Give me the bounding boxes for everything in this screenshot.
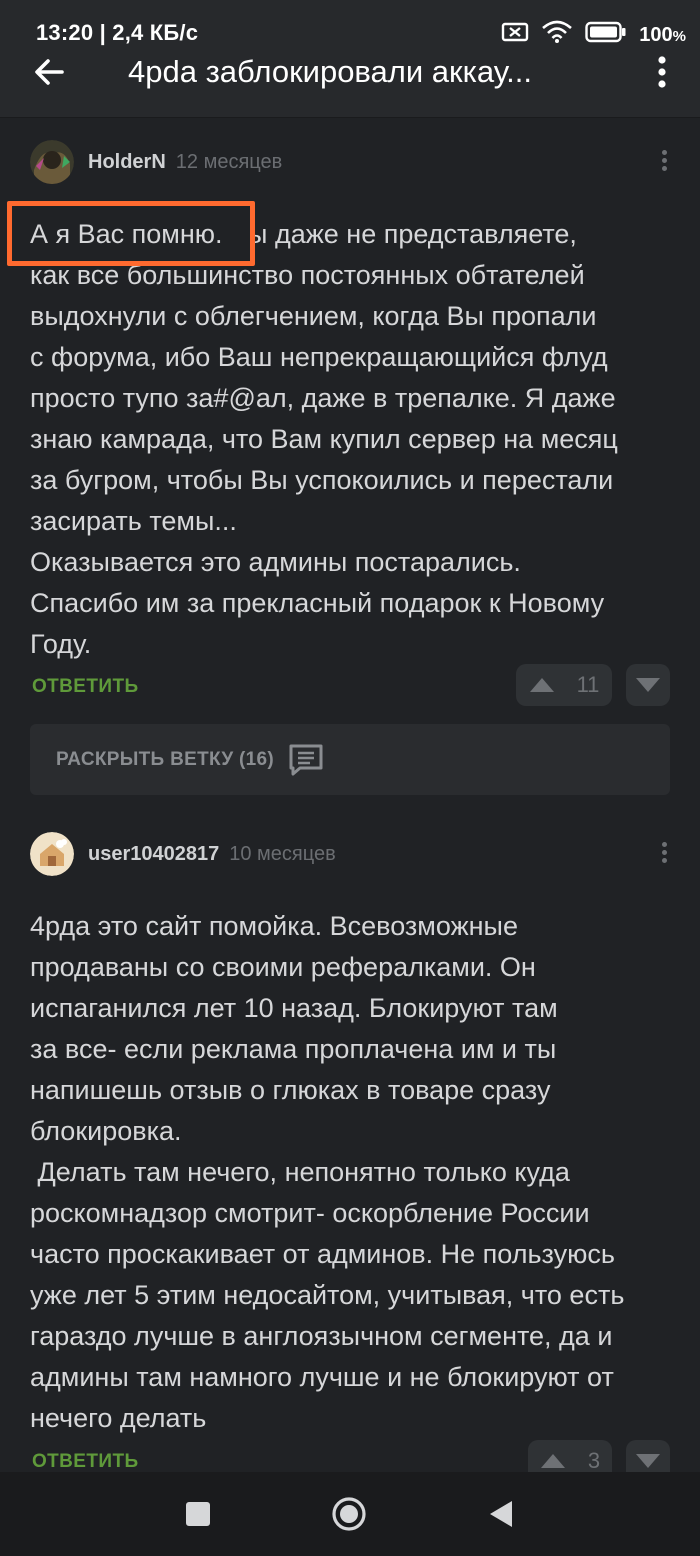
vote-count: 11 xyxy=(576,672,600,697)
battery-icon xyxy=(585,21,627,49)
status-bar: 13:20 | 2,4 КБ/с 100% xyxy=(0,0,700,48)
arrow-left-icon xyxy=(35,59,64,85)
avatar[interactable] xyxy=(30,832,74,876)
comment-text: А я Вас помню. Вы даже не представляете,… xyxy=(30,219,618,659)
comment-header: user10402817 10 месяцев xyxy=(30,832,336,876)
system-navigation-bar xyxy=(0,1472,700,1556)
reply-button[interactable]: ОТВЕТИТЬ xyxy=(32,676,139,698)
home-button[interactable] xyxy=(331,1496,367,1532)
back-nav-button[interactable] xyxy=(484,1496,520,1532)
triangle-up-icon xyxy=(529,678,554,692)
comment-menu-button[interactable] xyxy=(658,147,670,177)
overflow-menu-button[interactable] xyxy=(652,52,672,92)
battery-level: 100 xyxy=(639,23,673,46)
expand-thread-button[interactable]: РАСКРЫТЬ ВЕТКУ (16) xyxy=(30,724,670,795)
recents-button[interactable] xyxy=(180,1496,216,1532)
triangle-down-icon xyxy=(636,678,660,692)
vote-count: 3 xyxy=(587,1448,601,1473)
comment-time: 10 месяцев xyxy=(229,842,336,865)
circle-icon xyxy=(332,1497,366,1531)
app-bar: 4pda заблокировали аккау... xyxy=(0,48,700,118)
comment-header: HolderN 12 месяцев xyxy=(30,140,282,184)
triangle-left-icon xyxy=(490,1501,512,1527)
comment-menu-button[interactable] xyxy=(658,839,670,869)
reply-button[interactable]: ОТВЕТИТЬ xyxy=(32,1451,139,1473)
comment-author[interactable]: HolderN xyxy=(88,151,166,174)
highlighted-text: А я Вас помню. xyxy=(30,219,223,249)
square-icon xyxy=(186,1502,210,1526)
triangle-up-icon xyxy=(540,1454,565,1468)
comment-text: 4рда это сайт помойка. Всевозможные прод… xyxy=(30,911,625,1433)
comment-bubble-icon xyxy=(289,744,323,775)
status-network-speed: 2,4 КБ/с xyxy=(112,20,199,45)
comment-time: 12 месяцев xyxy=(175,150,283,173)
comment-author[interactable]: user10402817 xyxy=(88,843,219,866)
triangle-down-icon xyxy=(636,1454,660,1468)
page-title: 4pda заблокировали аккау... xyxy=(128,54,532,89)
upvote-button[interactable]: 11 xyxy=(516,664,612,706)
status-time: 13:20 xyxy=(36,20,94,45)
wifi-icon xyxy=(541,20,573,50)
expand-thread-label: РАСКРЫТЬ ВЕТКУ (16) xyxy=(56,748,275,770)
downvote-button[interactable] xyxy=(626,664,670,706)
avatar[interactable] xyxy=(30,140,74,184)
no-sim-icon xyxy=(501,22,529,48)
more-vertical-icon xyxy=(658,56,666,88)
back-button[interactable] xyxy=(30,52,70,92)
